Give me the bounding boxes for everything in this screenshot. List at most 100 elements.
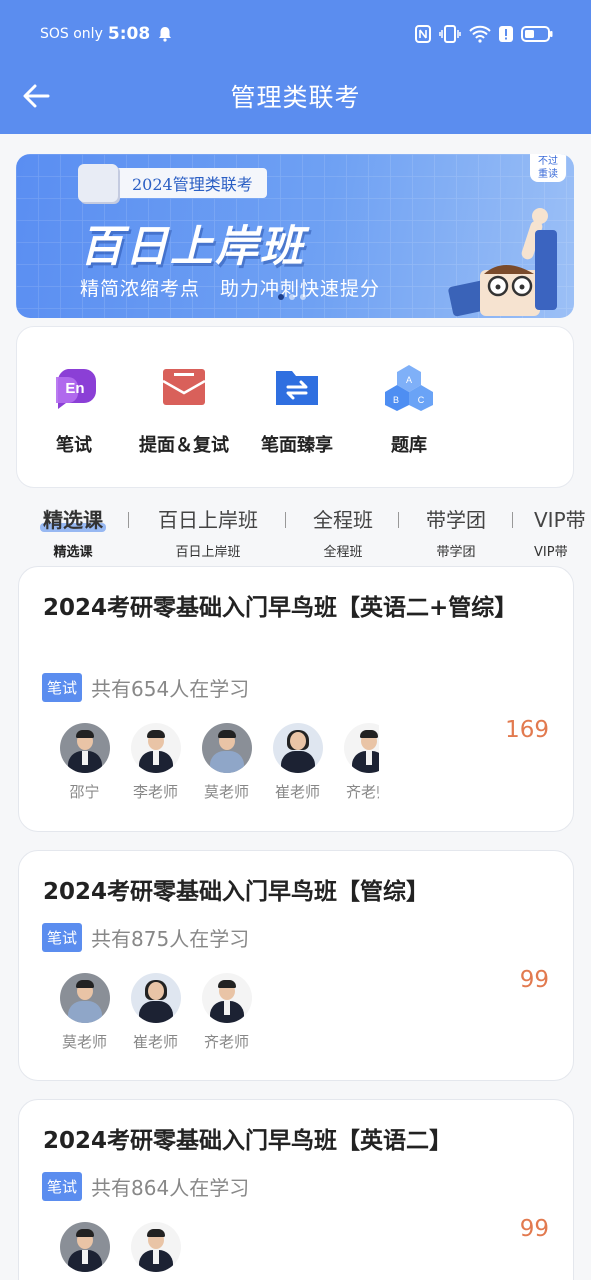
teacher [120,1222,191,1280]
vibrate-icon [439,25,461,43]
promo-banner[interactable]: 2024管理类联考 百日上岸班 精简浓缩考点 助力冲刺快速提分 不过 重读 [16,154,574,318]
tab-label: VIP带 [534,508,586,532]
course-tabs: 精选课 精选课 百日上岸班 百日上岸班 全程班 全程班 带学团 带学团 VIP带… [0,504,591,560]
folder-swap-icon [276,371,318,405]
teacher: 崔老师 [120,973,191,1052]
tab-label: 带学团 [426,508,486,532]
teacher-list: 莫老师 崔老师 齐老师 [49,973,379,1052]
tab-sublabel: VIP带 [534,545,568,560]
learner-count: 共有864人在学习 [91,1176,250,1200]
category-premium[interactable]: 笔面臻享 [242,357,352,457]
app-header: SOS only 5:08 管理类联考 [0,0,591,134]
tab-divider [128,512,129,528]
course-tag: 笔试 [42,1172,83,1201]
nav-bar: 管理类联考 [0,70,591,122]
teacher-name: 莫老师 [61,1033,107,1051]
course-card[interactable]: 2024考研零基础入门早鸟班【英语二+管综】 笔试 共有654人在学习 邵宁 李… [18,566,574,832]
svg-text:B: B [393,395,399,405]
teacher: 邵宁 [49,723,120,802]
teacher: 莫老师 [191,723,262,802]
svg-text:En: En [65,380,84,397]
category-interview[interactable]: 提面＆复试 [129,357,239,457]
envelope-icon [162,369,206,405]
avatar [130,973,181,1023]
corner-badge-line1: 不过 [538,156,558,167]
tab-full-course[interactable]: 全程班 全程班 [305,504,381,560]
course-title: 2024考研零基础入门早鸟班【英语二+管综】 [43,595,518,621]
course-card[interactable]: 2024考研零基础入门早鸟班【管综】 笔试 共有875人在学习 莫老师 崔老师 … [18,850,574,1081]
teacher-name: 齐老师 [345,783,379,801]
mascot-illustration [448,208,557,317]
teacher-name: 莫老师 [203,783,249,801]
course-meta: 笔试 共有654人在学习 [42,673,249,702]
tab-vip[interactable]: VIP带 VIP带 [534,504,591,560]
pagination-dot[interactable] [300,294,306,300]
tab-divider [285,512,286,528]
learner-count: 共有875人在学习 [91,927,250,951]
tab-label: 全程班 [313,508,373,532]
wifi-icon [469,25,491,43]
avatar [59,1222,110,1272]
teacher-name: 崔老师 [132,1033,178,1051]
course-tag: 笔试 [42,923,83,952]
banner-title: 百日上岸班 [80,222,305,272]
banner-pagination [278,294,306,300]
teacher-list [49,1222,379,1280]
avatar [201,723,252,773]
teacher: 崔老师 [262,723,333,802]
svg-text:C: C [418,395,425,405]
carrier-text: SOS only [40,26,103,42]
scroll-icon [78,164,118,202]
course-meta: 笔试 共有875人在学习 [42,923,249,952]
tab-divider [512,512,513,528]
avatar [130,1222,181,1272]
pagination-dot[interactable] [289,294,295,300]
avatar [59,723,110,773]
category-written-exam[interactable]: En 笔试 [19,357,129,457]
page-title: 管理类联考 [230,83,361,112]
tab-study-group[interactable]: 带学团 带学团 [418,504,494,560]
corner-badge-line2: 重读 [538,169,558,180]
category-question-bank[interactable]: A B C 题库 [354,357,464,457]
teacher-list: 邵宁 李老师 莫老师 崔老师 齐老师 [49,723,379,802]
banner-subtitle: 精简浓缩考点 助力冲刺快速提分 [80,278,381,300]
teacher: 齐老师 [333,723,379,802]
teacher: 齐老师 [191,973,262,1052]
alert-icon [499,25,513,43]
course-card[interactable]: 2024考研零基础入门早鸟班【英语二】 笔试 共有864人在学习 99 [18,1099,574,1280]
tab-featured[interactable]: 精选课 精选课 [40,504,106,560]
tab-sublabel: 精选课 [53,545,93,560]
pagination-dot[interactable] [278,294,284,300]
avatar [343,723,379,773]
tab-sublabel: 百日上岸班 [175,545,241,560]
course-tag: 笔试 [42,673,83,702]
teacher-name: 齐老师 [203,1033,249,1051]
avatar [272,723,323,773]
teacher-name: 李老师 [132,783,178,801]
back-arrow-icon[interactable] [20,80,52,112]
course-price: 99 [519,1216,549,1242]
category-label: 笔试 [56,435,92,456]
tab-100-day[interactable]: 百日上岸班 百日上岸班 [150,504,266,560]
battery-icon [521,25,553,43]
en-chat-icon: En [56,369,96,409]
tab-label: 精选课 [40,504,106,533]
course-price: 99 [519,967,549,993]
course-title: 2024考研零基础入门早鸟班【英语二】 [43,1128,453,1154]
status-bar: SOS only 5:08 [40,20,553,48]
bell-icon [158,26,172,42]
teacher: 莫老师 [49,973,120,1052]
clock: 5:08 [107,24,151,44]
course-price: 169 [505,717,549,743]
teacher-name: 崔老师 [274,783,320,801]
abc-cubes-icon: A B C [385,365,433,411]
course-title: 2024考研零基础入门早鸟班【管综】 [43,879,430,905]
tab-sublabel: 带学团 [436,545,476,560]
category-label: 笔面臻享 [261,435,333,456]
avatar [201,973,252,1023]
avatar [59,973,110,1023]
svg-text:A: A [406,375,412,385]
tab-divider [398,512,399,528]
tab-label: 百日上岸班 [158,508,258,532]
corner-badge: 不过 重读 [530,154,566,182]
